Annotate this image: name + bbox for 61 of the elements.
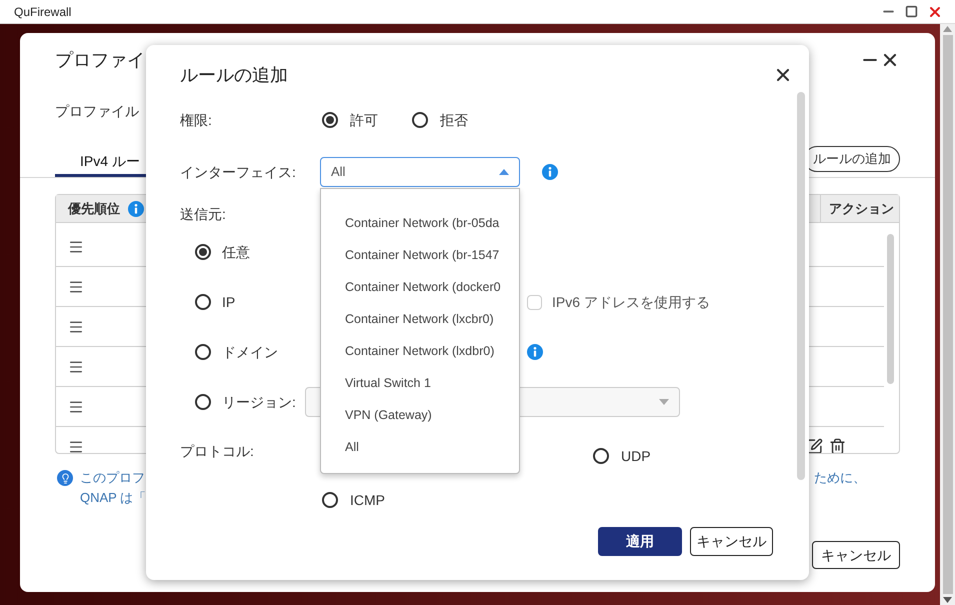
scrollbar[interactable] [940,24,955,605]
cancel-button[interactable]: キャンセル [812,541,900,569]
radio-button[interactable] [195,394,211,410]
radio-label: ドメイン [222,342,278,362]
radio-label: リージョン: [222,392,296,412]
radio-label: 任意 [222,242,250,262]
radio-button[interactable] [195,244,211,260]
drag-handle-icon[interactable] [68,278,84,294]
drag-handle-icon[interactable] [68,358,84,374]
radio-label: UDP [621,446,651,466]
tip-text: このプロフ [80,469,146,487]
radio-button[interactable] [322,112,338,128]
radio-label: ICMP [350,490,385,510]
field-label: 権限: [180,110,213,130]
dropdown-option[interactable]: Container Network (br-1547 [321,239,519,271]
field-label: プロトコル: [180,442,254,460]
cancel-button[interactable]: キャンセル [690,527,773,556]
column-header: 優先順位 [68,200,120,218]
caret-icon [659,399,669,405]
tip-text: ために、 [814,469,866,487]
column-header: アクション [820,194,899,222]
apply-button[interactable]: 適用 [598,527,682,556]
dropdown-option[interactable]: Container Network (docker0 [321,271,519,303]
radio-button[interactable] [322,492,338,508]
info-icon[interactable] [527,344,543,360]
maximize-icon[interactable] [905,5,918,18]
window-title: QuFirewall [14,4,72,20]
dropdown-option[interactable]: Container Network (lxdbr0) [321,335,519,367]
dropdown-option[interactable]: VPN (Gateway) [321,399,519,431]
lightbulb-icon [57,470,73,486]
radio-label: 許可 [350,110,378,130]
tip-text: QNAP は「 [80,489,146,507]
interface-select[interactable]: All [320,157,520,187]
scroll-down-icon[interactable] [943,597,952,603]
scrollbar[interactable] [797,92,805,480]
dropdown-option[interactable]: Container Network (lxcbr0) [321,303,519,335]
info-icon[interactable] [542,164,558,180]
panel-title: プロファイ [55,48,145,72]
dialog-title: ルールの追加 [180,64,288,86]
info-icon[interactable] [128,200,144,216]
radio-button[interactable] [593,448,609,464]
checkbox[interactable] [527,294,542,310]
radio-label: IP [222,292,236,312]
panel-subtitle: プロファイル [55,102,139,120]
caret-icon [499,169,509,175]
radio-button[interactable] [195,344,211,360]
dropdown-option[interactable]: Container Network (br-05da [321,207,519,239]
drag-handle-icon[interactable] [68,318,84,334]
checkbox-label: IPv6 アドレスを使用する [552,292,710,312]
dropdown-option[interactable]: All [321,431,519,463]
radio-button[interactable] [195,294,211,310]
drag-handle-icon[interactable] [68,398,84,414]
radio-button[interactable] [412,112,428,128]
dropdown-option[interactable]: Virtual Switch 1 [321,367,519,399]
radio-label: 拒否 [440,110,468,130]
field-label: インターフェイス: [180,162,297,182]
drag-handle-icon[interactable] [68,438,84,453]
trash-icon[interactable] [829,438,846,453]
scrollbar[interactable] [887,234,894,384]
field-label: 送信元: [180,204,226,224]
drag-handle-icon[interactable] [68,238,84,254]
